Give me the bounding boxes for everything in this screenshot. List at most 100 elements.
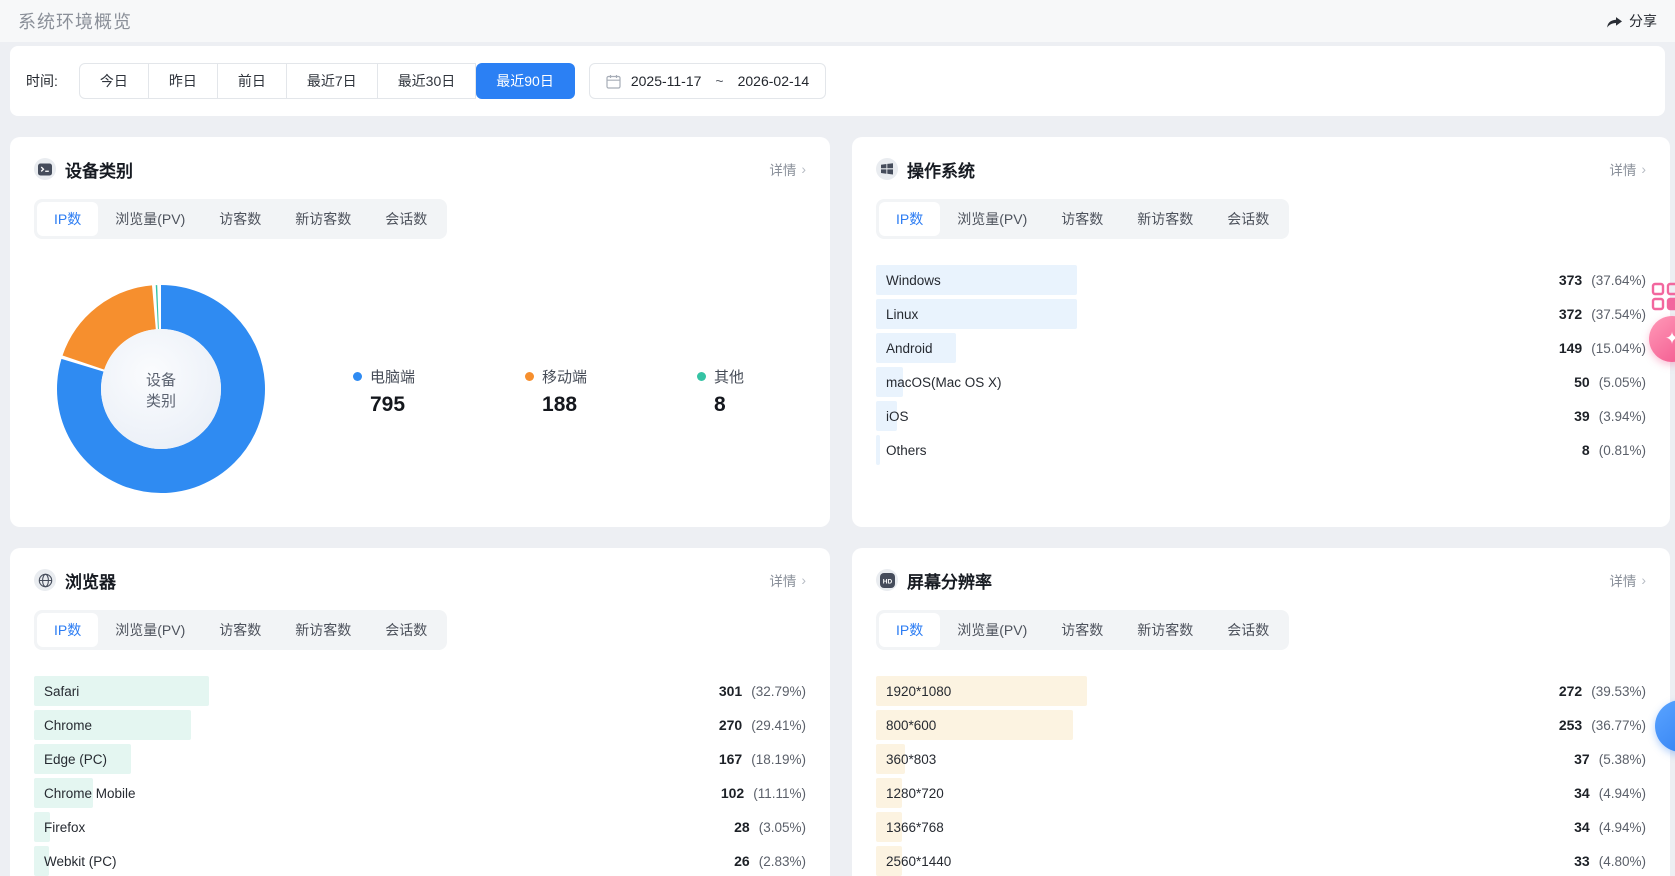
share-label: 分享 bbox=[1629, 11, 1657, 31]
tab-新访客数[interactable]: 新访客数 bbox=[278, 613, 368, 647]
panel-device-header: 设备类别 详情› bbox=[34, 157, 806, 181]
bar-percent: (15.04%) bbox=[1591, 341, 1646, 356]
os-details-link[interactable]: 详情› bbox=[1609, 159, 1646, 179]
tab-IP数[interactable]: IP数 bbox=[37, 202, 98, 236]
tab-会话数[interactable]: 会话数 bbox=[1210, 202, 1286, 236]
list-row-800*600[interactable]: 800*600 253(36.77%) bbox=[876, 708, 1646, 742]
bar-percent: (3.94%) bbox=[1599, 409, 1646, 424]
details-label: 详情 bbox=[769, 159, 796, 179]
list-row-Chrome Mobile[interactable]: Chrome Mobile102(11.11%) bbox=[34, 776, 806, 810]
bar-percent: (5.05%) bbox=[1599, 375, 1646, 390]
preset-button-2[interactable]: 前日 bbox=[218, 63, 287, 99]
preset-button-1[interactable]: 昨日 bbox=[149, 63, 218, 99]
panel-os-header: 操作系统 详情› bbox=[876, 157, 1646, 181]
os-windows-icon bbox=[876, 158, 898, 180]
list-row-Others[interactable]: Others8(0.81%) bbox=[876, 433, 1646, 467]
bar-percent: (32.79%) bbox=[751, 684, 806, 699]
panels-grid: 设备类别 详情› IP数浏览量(PV)访客数新访客数会话数 设备 类别 bbox=[10, 137, 1670, 876]
list-row-1920*1080[interactable]: 1920*1080272(39.53%) bbox=[876, 674, 1646, 708]
date-range-picker[interactable]: 2025-11-17 ~ 2026-02-14 bbox=[589, 63, 826, 99]
tab-浏览量(PV)[interactable]: 浏览量(PV) bbox=[940, 202, 1044, 236]
donut-center-label-line2: 类别 bbox=[146, 393, 176, 410]
browser-details-link[interactable]: 详情› bbox=[769, 570, 806, 590]
tab-访客数[interactable]: 访客数 bbox=[202, 613, 278, 647]
list-row-Chrome[interactable]: Chrome270(29.41%) bbox=[34, 708, 806, 742]
tab-新访客数[interactable]: 新访客数 bbox=[1120, 613, 1210, 647]
bar-label: 800*600 bbox=[876, 718, 936, 733]
tab-IP数[interactable]: IP数 bbox=[879, 613, 940, 647]
tab-浏览量(PV)[interactable]: 浏览量(PV) bbox=[940, 613, 1044, 647]
legend-dot-icon bbox=[697, 372, 706, 381]
bar-percent: (4.94%) bbox=[1599, 786, 1646, 801]
bar-value: 372 bbox=[1559, 306, 1582, 322]
bar-values: 270 (29.41%) bbox=[719, 717, 806, 733]
page-title: 系统环境概览 bbox=[18, 8, 132, 34]
list-row-iOS[interactable]: iOS39(3.94%) bbox=[876, 399, 1646, 433]
device-legend: 电脑端795 移动端 188 其他8 bbox=[353, 366, 744, 417]
list-row-1280*720[interactable]: 1280*72034(4.94%) bbox=[876, 776, 1646, 810]
sparkle-icon: ✦ bbox=[1665, 329, 1675, 349]
device-details-link[interactable]: 详情 › bbox=[769, 159, 806, 179]
tab-会话数[interactable]: 会话数 bbox=[368, 613, 444, 647]
list-row-macOS(Mac OS X)[interactable]: macOS(Mac OS X)50(5.05%) bbox=[876, 365, 1646, 399]
bar-label: Android bbox=[876, 341, 933, 356]
preset-button-5[interactable]: 最近90日 bbox=[476, 63, 575, 99]
list-row-Android[interactable]: Android149(15.04%) bbox=[876, 331, 1646, 365]
preset-button-0[interactable]: 今日 bbox=[79, 63, 149, 99]
donut-center bbox=[101, 329, 221, 449]
share-button[interactable]: 分享 bbox=[1606, 11, 1657, 31]
bar-values: 253(36.77%) bbox=[1559, 717, 1646, 733]
bar-value: 272 bbox=[1559, 683, 1582, 699]
list-row-2560*1440[interactable]: 2560*144033(4.80%) bbox=[876, 844, 1646, 876]
legend-item-移动端[interactable]: 移动端 188 bbox=[525, 366, 587, 417]
svg-text:HD: HD bbox=[882, 578, 892, 585]
bar-values: 167(18.19%) bbox=[719, 751, 806, 767]
bar-label: 2560*1440 bbox=[876, 854, 951, 869]
legend-value: 188 bbox=[542, 393, 587, 417]
panel-resolution-header: HD 屏幕分辨率 详情› bbox=[876, 568, 1646, 592]
tab-IP数[interactable]: IP数 bbox=[879, 202, 940, 236]
list-row-Edge (PC)[interactable]: Edge (PC) 167(18.19%) bbox=[34, 742, 806, 776]
legend-label: 其他 bbox=[714, 366, 744, 387]
chevron-right-icon: › bbox=[801, 161, 806, 177]
bar-values: 102(11.11%) bbox=[721, 785, 806, 801]
list-row-Windows[interactable]: Windows373(37.64%) bbox=[876, 263, 1646, 297]
legend-item-其他[interactable]: 其他8 bbox=[697, 366, 744, 417]
tab-会话数[interactable]: 会话数 bbox=[1210, 613, 1286, 647]
list-row-360*803[interactable]: 360*80337(5.38%) bbox=[876, 742, 1646, 776]
bar-value: 270 bbox=[719, 717, 742, 733]
chevron-right-icon: › bbox=[1641, 161, 1646, 177]
tab-会话数[interactable]: 会话数 bbox=[368, 202, 444, 236]
tab-访客数[interactable]: 访客数 bbox=[1044, 202, 1120, 236]
list-row-Safari[interactable]: Safari301(32.79%) bbox=[34, 674, 806, 708]
legend-label-row: 移动端 bbox=[525, 366, 587, 387]
bar-percent: (37.64%) bbox=[1591, 273, 1646, 288]
tab-浏览量(PV)[interactable]: 浏览量(PV) bbox=[98, 202, 202, 236]
bar-value: 373 bbox=[1559, 272, 1582, 288]
tab-IP数[interactable]: IP数 bbox=[37, 613, 98, 647]
bar-percent: (4.80%) bbox=[1599, 854, 1646, 869]
browser-bar-list: Safari301(32.79%)Chrome270(29.41%)Edge (… bbox=[34, 674, 806, 876]
list-row-Firefox[interactable]: Firefox28(3.05%) bbox=[34, 810, 806, 844]
legend-item-电脑端[interactable]: 电脑端795 bbox=[353, 366, 415, 417]
list-row-1366*768[interactable]: 1366*76834(4.94%) bbox=[876, 810, 1646, 844]
bar-value: 301 bbox=[719, 683, 742, 699]
date-start: 2025-11-17 bbox=[631, 73, 702, 89]
tab-访客数[interactable]: 访客数 bbox=[1044, 613, 1120, 647]
browser-metric-tabs: IP数浏览量(PV)访客数新访客数会话数 bbox=[34, 610, 447, 650]
bar-percent: (29.41%) bbox=[751, 718, 806, 733]
resolution-details-link[interactable]: 详情› bbox=[1609, 570, 1646, 590]
tab-新访客数[interactable]: 新访客数 bbox=[278, 202, 368, 236]
preset-button-4[interactable]: 最近30日 bbox=[378, 63, 477, 99]
list-row-Webkit (PC)[interactable]: Webkit (PC)26(2.83%) bbox=[34, 844, 806, 876]
floating-widgets-icon[interactable] bbox=[1651, 282, 1675, 312]
tab-新访客数[interactable]: 新访客数 bbox=[1120, 202, 1210, 236]
bar-label: Edge (PC) bbox=[34, 752, 107, 767]
list-row-Linux[interactable]: Linux372(37.54%) bbox=[876, 297, 1646, 331]
calendar-icon bbox=[606, 74, 621, 89]
donut-center-label-line1: 设备 bbox=[146, 372, 176, 389]
tab-浏览量(PV)[interactable]: 浏览量(PV) bbox=[98, 613, 202, 647]
preset-button-3[interactable]: 最近7日 bbox=[287, 63, 378, 99]
tab-访客数[interactable]: 访客数 bbox=[202, 202, 278, 236]
details-label: 详情 bbox=[769, 570, 796, 590]
